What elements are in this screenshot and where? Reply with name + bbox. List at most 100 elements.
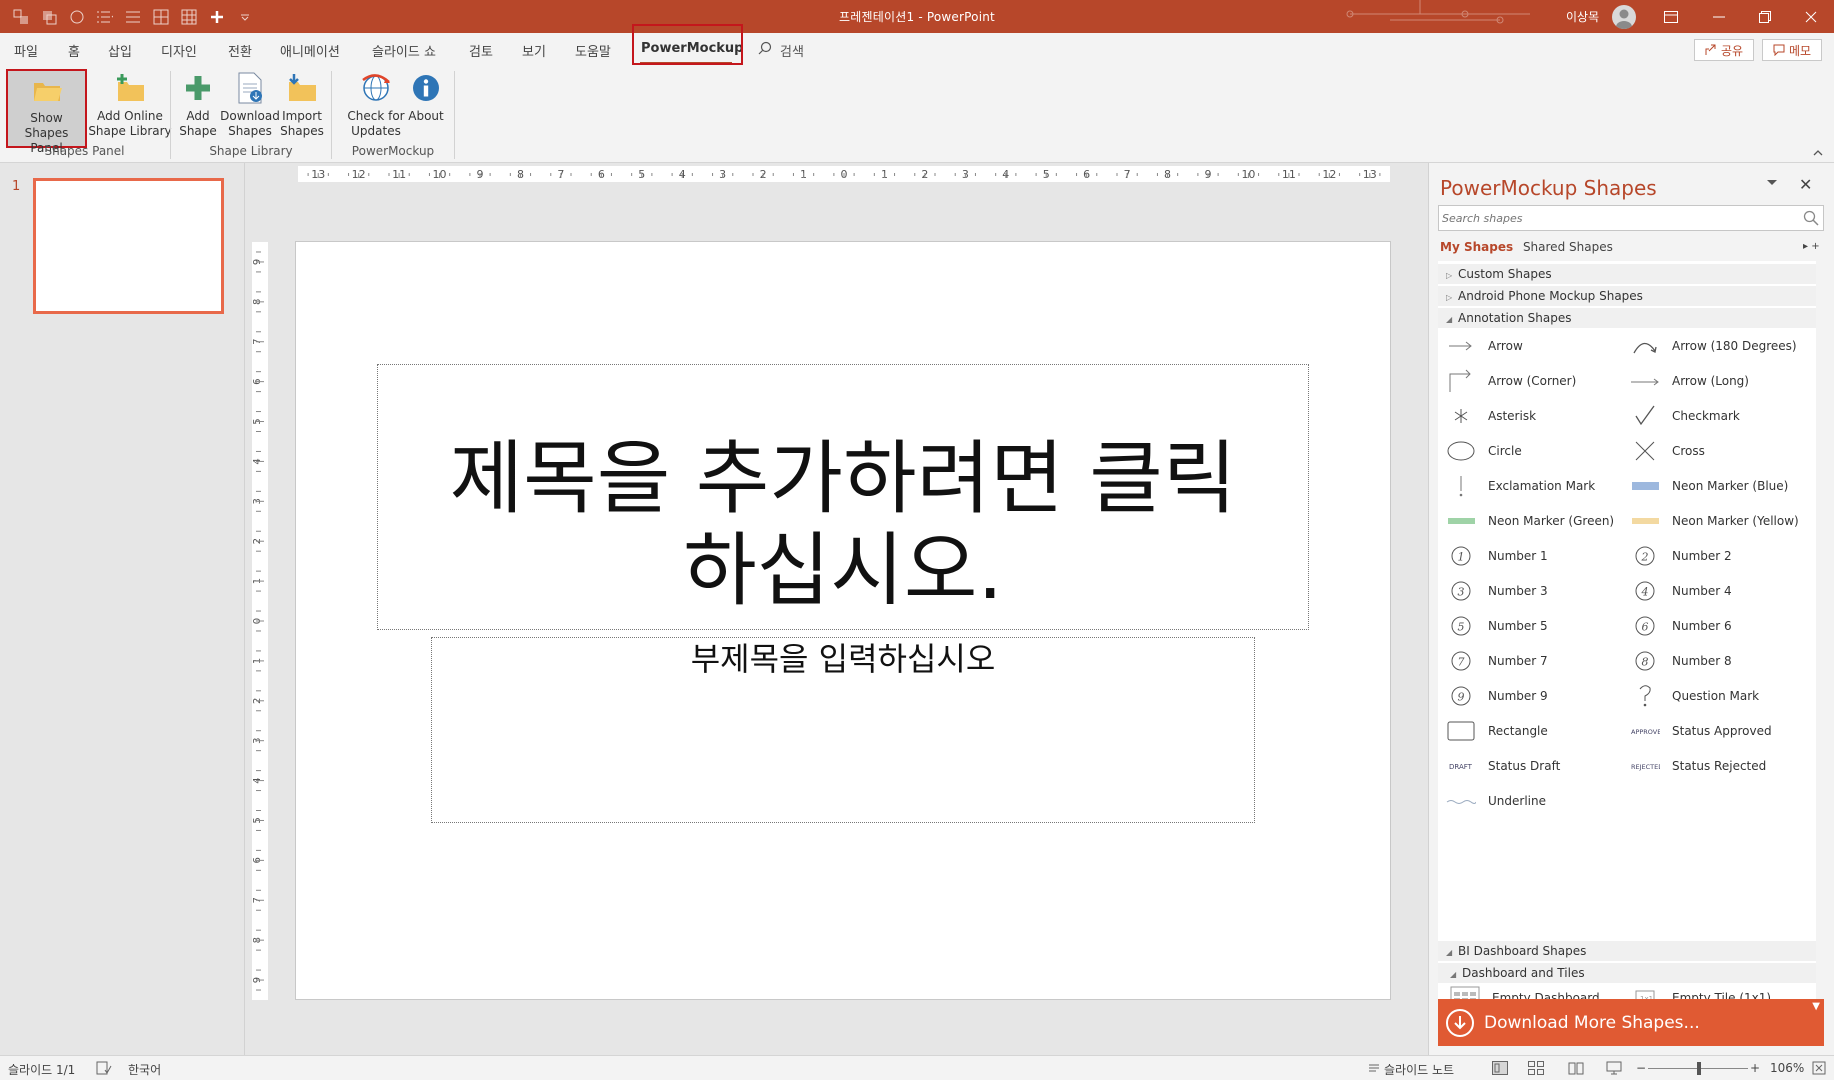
tab-transitions[interactable]: 전환 [228,41,252,60]
avatar[interactable] [1612,5,1636,29]
shape-search-input[interactable] [1442,209,1782,227]
download-more-shapes-button[interactable]: Download More Shapes... ▼ [1438,999,1824,1046]
chevron-down-icon[interactable]: ▼ [1812,1001,1820,1012]
shape-item[interactable]: Neon Marker (Green) [1446,503,1614,538]
download-shapes-button[interactable]: Download Shapes [220,69,280,139]
tab-animations[interactable]: 애니메이션 [280,41,340,60]
shape-item[interactable]: 5 Number 5 [1446,608,1548,643]
zoom-out-button[interactable]: − [1636,1061,1646,1075]
search-icon[interactable] [1803,210,1819,226]
shape-item[interactable]: Arrow (180 Degrees) [1630,328,1797,363]
notes-button[interactable]: 슬라이드 노트 [1384,1061,1454,1078]
pane-options-icon[interactable] [1766,179,1778,187]
zoom-in-button[interactable]: + [1750,1061,1760,1075]
tab-help[interactable]: 도움말 [575,41,611,60]
number-1-icon: 1 [1446,543,1476,569]
tab-shared-shapes[interactable]: Shared Shapes [1523,240,1613,254]
shape-item[interactable]: 9 Number 9 [1446,678,1548,713]
category-bi-dashboard[interactable]: ◢ BI Dashboard Shapes [1438,941,1816,961]
shape-item[interactable]: DRAFT Status Draft [1446,748,1560,783]
shape-item[interactable]: 8 Number 8 [1630,643,1732,678]
user-name[interactable]: 이상목 [1566,8,1599,25]
shape-item[interactable]: REJECTED Status Rejected [1630,748,1766,783]
pane-tab-controls[interactable]: ▸ + [1803,241,1820,252]
shape-empty-dashboard[interactable]: Empty Dashboard [1450,980,1600,999]
shape-item[interactable]: 4 Number 4 [1630,573,1732,608]
shape-item[interactable]: Checkmark [1630,398,1740,433]
about-button[interactable]: About [405,69,447,124]
slide-count: 슬라이드 1/1 [8,1063,76,1077]
shape-label: Status Draft [1488,758,1561,773]
powerpoint-window: 프레젠테이션1 - PowerPoint 이상목 파일 홈 삽입 디자인 전환 … [0,0,1834,1080]
shape-empty-tile[interactable]: 1x1 Empty Tile (1x1) [1630,980,1771,999]
category-android-phone[interactable]: ▷ Android Phone Mockup Shapes [1438,286,1816,306]
close-icon[interactable]: ✕ [1799,175,1812,194]
shape-item[interactable]: 6 Number 6 [1630,608,1732,643]
import-folder-icon [285,71,319,105]
shape-item[interactable]: Question Mark [1630,678,1759,713]
category-custom-shapes[interactable]: ▷ Custom Shapes [1438,264,1816,284]
shape-item[interactable]: Arrow (Long) [1630,363,1749,398]
shape-item[interactable]: 7 Number 7 [1446,643,1548,678]
tab-review[interactable]: 검토 [469,41,493,60]
zoom-level[interactable]: 106% [1770,1061,1804,1075]
share-button[interactable]: 공유 [1694,39,1754,61]
add-shape-label-2: Shape [179,124,217,138]
category-annotation-shapes[interactable]: ◢ Annotation Shapes [1438,308,1816,328]
collapse-ribbon-icon[interactable] [1812,147,1824,159]
add-shape-button[interactable]: Add Shape [176,69,220,139]
shape-item[interactable]: Arrow (Corner) [1446,363,1576,398]
tab-view[interactable]: 보기 [522,41,546,60]
tab-home[interactable]: 홈 [68,41,80,60]
shape-item[interactable]: 1 Number 1 [1446,538,1548,573]
shape-item[interactable]: Cross [1630,433,1705,468]
check-for-updates-button[interactable]: Check for Updates [347,69,405,139]
spellcheck-icon[interactable] [96,1061,112,1078]
fit-to-window-icon[interactable] [1812,1061,1826,1078]
shape-item[interactable]: Neon Marker (Yellow) [1630,503,1799,538]
tab-my-shapes[interactable]: My Shapes [1440,240,1513,254]
reading-view-icon[interactable] [1568,1061,1584,1078]
shape-item[interactable]: Underline [1446,783,1546,818]
shape-item[interactable]: APPROVED Status Approved [1630,713,1772,748]
restore-button[interactable] [1742,0,1788,33]
shape-search-field[interactable] [1438,205,1824,231]
cross-icon [1630,438,1660,464]
tell-me-search[interactable]: 검색 [758,41,804,60]
shape-item[interactable]: Circle [1446,433,1522,468]
shape-item[interactable]: 2 Number 2 [1630,538,1732,573]
tab-slideshow[interactable]: 슬라이드 쇼 [372,41,436,60]
download-document-icon [233,71,267,105]
shape-label: Number 9 [1488,688,1548,703]
title-placeholder[interactable]: 제목을 추가하려면 클릭 하십시오. [377,364,1309,630]
ribbon-display-options-button[interactable] [1648,0,1694,33]
question-mark-icon [1630,683,1660,709]
number-7-icon: 7 [1446,648,1476,674]
normal-view-icon[interactable] [1492,1061,1508,1078]
group-label-shapes-panel: Shapes Panel [44,144,125,158]
tab-file[interactable]: 파일 [14,41,38,60]
comments-button[interactable]: 메모 [1762,39,1822,61]
tab-insert[interactable]: 삽입 [108,41,132,60]
add-online-shape-library-button[interactable]: Add Online Shape Library [88,69,172,139]
shape-item[interactable]: 3 Number 3 [1446,573,1548,608]
slide-sorter-icon[interactable] [1528,1061,1544,1078]
notes-icon[interactable] [1368,1061,1380,1076]
minimize-button[interactable] [1696,0,1742,33]
zoom-slider-thumb[interactable] [1697,1062,1701,1075]
import-shapes-button[interactable]: Import Shapes [279,69,325,139]
slide-number: 1 [12,179,21,194]
shape-item[interactable]: Exclamation Mark [1446,468,1595,503]
language-indicator[interactable]: 한국어 [128,1061,161,1078]
tab-design[interactable]: 디자인 [161,41,197,60]
category-label: Custom Shapes [1458,267,1552,281]
subtitle-placeholder[interactable]: 부제목을 입력하십시오 [431,637,1255,823]
shape-item[interactable]: Asterisk [1446,398,1536,433]
shape-item[interactable]: Neon Marker (Blue) [1630,468,1788,503]
show-shapes-panel-button[interactable]: Show Shapes Panel [6,69,87,155]
shape-item[interactable]: Arrow [1446,328,1523,363]
shape-item[interactable]: Rectangle [1446,713,1548,748]
slide-thumbnail[interactable] [33,178,224,314]
slideshow-icon[interactable] [1606,1061,1622,1078]
close-button[interactable] [1788,0,1834,33]
